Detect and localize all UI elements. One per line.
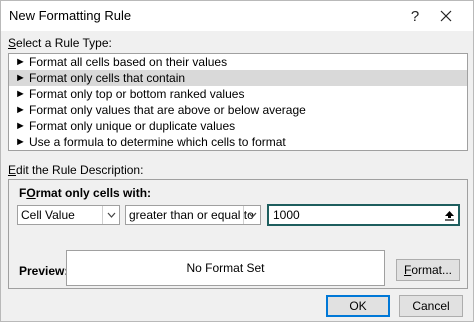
arrow-right-icon: ► [15,120,26,132]
rule-type-item-label: Format all cells based on their values [29,55,228,69]
arrow-right-icon: ► [15,88,26,100]
rule-type-item-unique-duplicate[interactable]: ► Format only unique or duplicate values [9,118,467,134]
arrow-right-icon: ► [15,72,26,84]
rule-type-item-label: Format only values that are above or bel… [29,103,306,117]
format-only-cells-label: FOrmat only cells with: [19,186,152,200]
rule-type-item-label: Format only top or bottom ranked values [29,87,245,101]
preview-text: No Format Set [186,261,265,275]
rule-type-item-above-below-average[interactable]: ► Format only values that are above or b… [9,102,467,118]
rule-type-item-label: Format only cells that contain [29,71,186,85]
rule-type-item-top-bottom[interactable]: ► Format only top or bottom ranked value… [9,86,467,102]
title-bar: New Formatting Rule ? [1,1,473,31]
rule-type-item-label: Use a formula to determine which cells t… [29,135,286,149]
new-formatting-rule-dialog: New Formatting Rule ? Select a Rule Type… [0,0,474,322]
value-input[interactable] [273,208,433,222]
rule-type-item-label: Format only unique or duplicate values [29,119,236,133]
format-button[interactable]: Format... [396,259,460,281]
help-button[interactable]: ? [402,4,428,28]
value-field[interactable] [267,204,460,226]
preview-label: Preview: [19,264,69,278]
rule-description-label: Edit the Rule Description: [8,163,144,177]
ok-button[interactable]: OK [326,295,390,317]
rule-type-item-formula[interactable]: ► Use a formula to determine which cells… [9,134,467,150]
cancel-button[interactable]: Cancel [399,295,463,317]
preview-box: No Format Set [66,250,385,286]
close-button[interactable] [433,4,459,28]
operator-select[interactable]: greater than or equal to [125,205,261,225]
rule-type-label: Select a Rule Type: [8,36,112,50]
rule-description-panel: FOrmat only cells with: Cell Value great… [8,179,468,289]
collapse-dialog-icon[interactable] [441,207,457,223]
operator-value: greater than or equal to [129,208,254,222]
condition-type-value: Cell Value [21,208,75,222]
arrow-right-icon: ► [15,136,26,148]
arrow-right-icon: ► [15,56,26,68]
chevron-down-icon[interactable] [102,206,119,224]
condition-type-select[interactable]: Cell Value [17,205,120,225]
dialog-title: New Formatting Rule [9,8,132,23]
chevron-down-icon[interactable] [243,206,260,224]
rule-type-item-all-cells[interactable]: ► Format all cells based on their values [9,54,467,70]
arrow-right-icon: ► [15,104,26,116]
rule-type-item-cells-contain[interactable]: ► Format only cells that contain [9,70,467,86]
rule-type-list[interactable]: ► Format all cells based on their values… [8,53,468,151]
close-icon [440,10,452,22]
